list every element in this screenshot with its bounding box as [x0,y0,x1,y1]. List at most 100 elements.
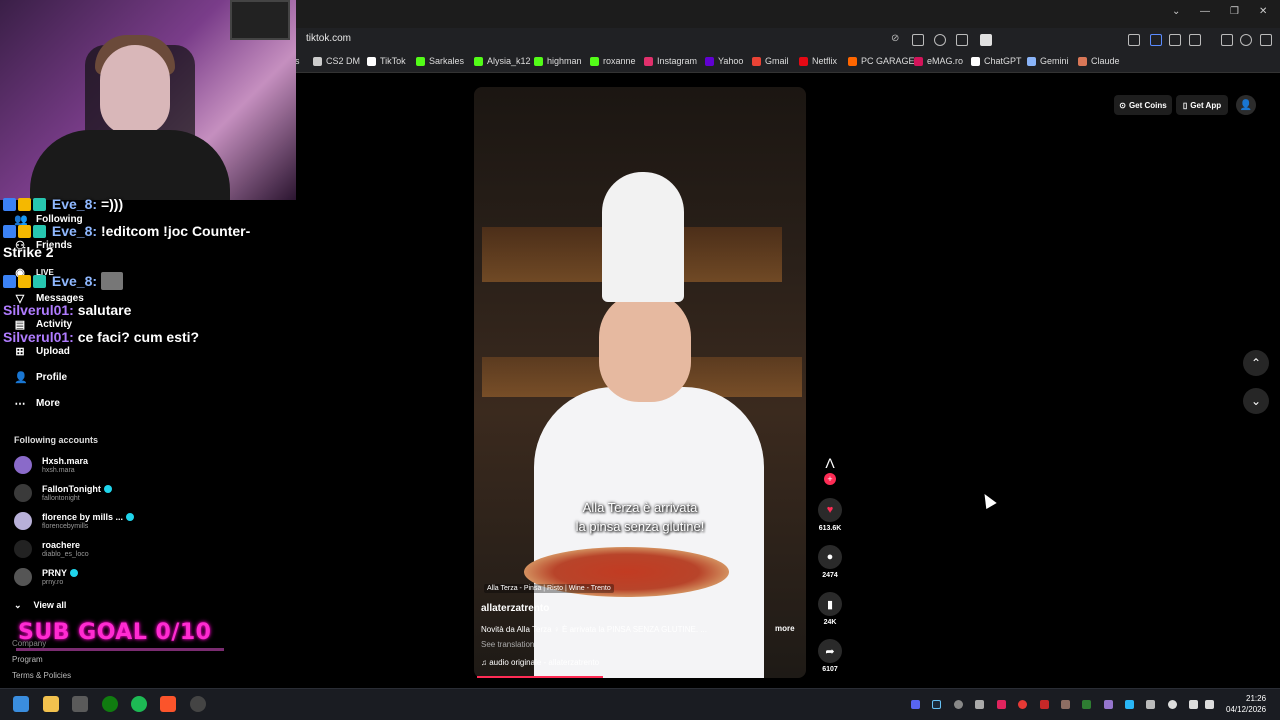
tray-app-icon[interactable] [954,700,963,709]
microphone-icon[interactable] [1168,700,1177,709]
tray-app-icon[interactable] [975,700,984,709]
url-text[interactable]: tiktok.com [306,33,351,44]
chat-text: salutare [77,302,132,318]
location-tag[interactable]: Alla Terza - Pinsa | Risto | Wine - Tren… [484,584,614,593]
tray-app-icon[interactable] [1040,700,1049,709]
tray-app-icon[interactable] [1125,700,1134,709]
tray-app-icon[interactable] [1061,700,1070,709]
crown-icon [18,225,31,238]
bookmark-item[interactable]: Yahoo [705,56,743,66]
cast-icon[interactable] [912,34,924,46]
following-account-item[interactable]: PRNY prny.ro [14,568,79,586]
video-author[interactable]: allaterzatrento [481,603,549,614]
taskbar-clock[interactable]: 21:26 04/12/2026 [1226,693,1266,715]
bookmark-favicon-icon [914,56,923,66]
brave-shield-icon[interactable] [980,34,992,46]
steam-icon[interactable] [932,700,941,709]
vpn-icon[interactable] [1128,34,1140,46]
avatar [14,456,32,474]
tray-app-icon[interactable] [1146,700,1155,709]
avatar [14,512,32,530]
menu-icon[interactable] [1260,34,1272,46]
bookmark-item[interactable]: roxanne [590,56,636,66]
chat-continuation: Strike 2 [3,244,54,260]
emote-icon [100,272,123,290]
zoom-icon[interactable] [934,34,946,46]
discord-icon[interactable] [911,700,920,709]
wallet-icon[interactable] [1150,34,1162,46]
bookmark-item[interactable]: highman [534,56,582,66]
tray-app-icon[interactable] [1082,700,1091,709]
audio-link[interactable]: ♫ audio originale - allaterzatrento [481,658,599,667]
bookmark-favicon-icon [752,56,761,66]
bookmark-item[interactable]: TikTok [367,56,406,66]
account-handle: diablo_es_loco [42,551,89,558]
network-icon[interactable] [1189,700,1198,709]
volume-icon[interactable] [1205,700,1214,709]
footer-terms[interactable]: Terms & Policies [12,671,71,680]
comment-button[interactable]: ● 2474 [817,545,843,579]
tray-app-icon[interactable] [997,700,1006,709]
bookmark-item[interactable]: Sarkales [416,56,464,66]
next-video-button[interactable]: ⌄ [1243,388,1269,414]
tray-app-icon[interactable] [1018,700,1027,709]
sidebar-item-upload[interactable]: ⊞ Upload [14,345,70,358]
no-track-icon[interactable]: ⊘ [891,33,903,45]
bookmark-item[interactable]: Netflix [799,56,837,66]
bookmark-item[interactable]: Alysia_k12 [474,56,531,66]
share-icon[interactable] [956,34,968,46]
get-app-button[interactable]: ▯ Get App [1176,95,1228,115]
bookmark-item[interactable]: PC GARAGE [848,56,915,66]
close-window-icon[interactable]: ✕ [1259,6,1267,17]
file-explorer-icon[interactable] [43,696,59,712]
footer-company[interactable]: Company [12,639,46,648]
brave-icon[interactable] [160,696,176,712]
previous-video-button[interactable]: ⌃ [1243,350,1269,376]
sidebar-item-profile[interactable]: 👤 Profile [14,371,67,384]
following-account-item[interactable]: florence by mills ... florencebymills [14,512,135,530]
windows-start-icon[interactable] [13,696,29,712]
bookmark-label: Gmail [765,56,789,66]
following-accounts-title: Following accounts [14,435,99,445]
view-all-link[interactable]: ⌄ View all [14,600,66,611]
account-name: FallonTonight [42,484,112,494]
obs-icon[interactable] [190,696,206,712]
extensions-icon[interactable] [1169,34,1181,46]
save-button[interactable]: ▮ 24K [817,592,843,626]
maximize-icon[interactable]: ❐ [1230,6,1239,17]
account-name: florence by mills ... [42,512,135,522]
following-account-item[interactable]: Hxsh.mara hxsh.mara [14,456,88,474]
coin-icon: ⊙ [1119,100,1126,110]
follow-plus-icon[interactable]: + [824,473,836,485]
bookmark-item[interactable]: Instagram [644,56,697,66]
bookmark-item[interactable]: CS2 DM [313,56,360,66]
bookmark-favicon-icon [590,56,599,66]
minimize-icon[interactable]: — [1200,6,1210,17]
get-coins-button[interactable]: ⊙ Get Coins [1114,95,1172,115]
store-icon[interactable] [72,696,88,712]
bookmark-item[interactable]: Claude [1078,56,1120,66]
user-avatar-icon[interactable]: 👤 [1236,95,1256,115]
bookmark-label: highman [547,56,582,66]
following-account-item[interactable]: roachere diablo_es_loco [14,540,89,558]
bookmark-item[interactable]: Gemini [1027,56,1069,66]
music-icon[interactable] [1221,34,1233,46]
bookmark-item[interactable]: eMAG.ro [914,56,963,66]
bookmark-item[interactable]: ChatGPT [971,56,1022,66]
footer-program[interactable]: Program [12,655,43,664]
share-button[interactable]: ➦ 6107 [817,639,843,673]
spotify-icon[interactable] [131,696,147,712]
bookmark-item[interactable]: Gmail [752,56,789,66]
creator-avatar[interactable]: Λ + [817,455,843,485]
see-translation-link[interactable]: See translation [481,640,534,649]
xbox-icon[interactable] [102,696,118,712]
like-button[interactable]: ♥ 613.6K [817,498,843,532]
rewards-icon[interactable] [1240,34,1252,46]
following-account-item[interactable]: FallonTonight fallontonight [14,484,112,502]
sidebar-item-more[interactable]: ⋯ More [14,397,60,410]
sidebar-toggle-icon[interactable] [1189,34,1201,46]
video-progress-bar[interactable] [477,676,603,678]
more-button[interactable]: more [775,624,795,633]
tray-app-icon[interactable] [1104,700,1113,709]
tab-list-icon[interactable]: ⌄ [1172,6,1180,17]
